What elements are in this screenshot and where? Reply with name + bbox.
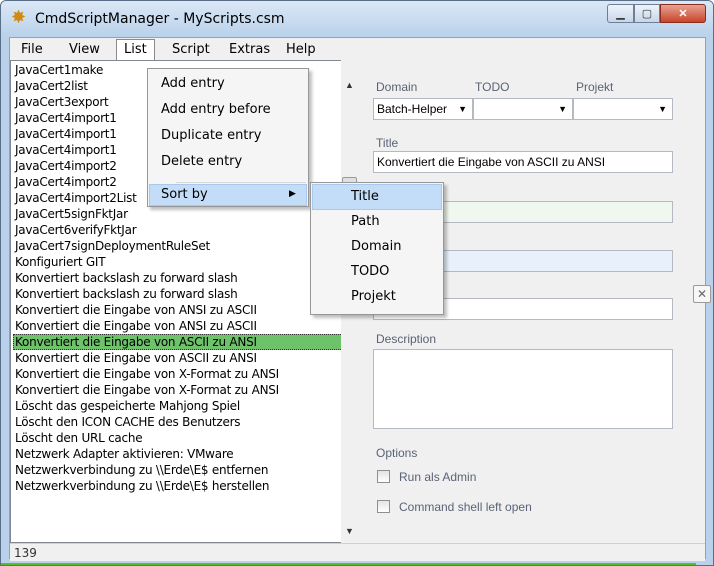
list-item[interactable]: Löscht den URL cache (13, 430, 342, 446)
domain-label: Domain (376, 80, 418, 94)
list-item[interactable]: Netzwerkverbindung zu \\Erde\E$ entferne… (13, 462, 342, 478)
list-item[interactable]: JavaCert6verifyFktJar (13, 222, 342, 238)
list-item[interactable]: Löscht das gespeicherte Mahjong Spiel (13, 398, 342, 414)
run-as-admin-checkbox[interactable] (377, 470, 390, 483)
list-item[interactable]: Netzwerk Adapter aktivieren: VMware (13, 446, 342, 462)
menu-list[interactable]: List (116, 39, 155, 61)
menu-file[interactable]: File (14, 40, 50, 59)
list-menu-dropdown: Add entry Add entry before Duplicate ent… (147, 68, 309, 207)
title-bar[interactable]: ✸ CmdScriptManager - MyScripts.csm ▁ ▢ ✕ (1, 1, 713, 37)
menu-extras[interactable]: Extras (222, 40, 277, 59)
sort-by-submenu: Title Path Domain TODO Projekt (310, 182, 444, 315)
list-item[interactable]: Konvertiert die Eingabe von X-Format zu … (13, 366, 342, 382)
list-item[interactable]: Löscht den ICON CACHE des Benutzers (13, 414, 342, 430)
minimize-button[interactable]: ▁ (607, 4, 634, 23)
menu-sort-by[interactable]: Sort by (161, 184, 208, 206)
shell-left-open-checkbox[interactable] (377, 500, 390, 513)
sort-todo[interactable]: TODO (351, 261, 389, 283)
scroll-down-icon[interactable]: ▼ (345, 526, 354, 536)
menu-separator (176, 182, 306, 183)
menu-script[interactable]: Script (165, 40, 217, 59)
menu-add-entry[interactable]: Add entry (161, 73, 225, 95)
todo-label: TODO (475, 80, 510, 94)
todo-select[interactable]: ▼ (473, 98, 573, 120)
list-item[interactable]: Netzwerkverbindung zu \\Erde\E$ herstell… (13, 478, 342, 494)
list-item[interactable]: JavaCert7signDeploymentRuleSet (13, 238, 342, 254)
list-item[interactable]: Konfiguriert GIT (13, 254, 342, 270)
maximize-button[interactable]: ▢ (634, 4, 660, 23)
browse-button[interactable]: ✕ (693, 285, 711, 303)
list-item[interactable]: Konvertiert backslash zu forward slash (13, 270, 342, 286)
projekt-select[interactable]: ▼ (573, 98, 673, 120)
list-item[interactable]: Konvertiert die Eingabe von ANSI zu ASCI… (13, 318, 342, 334)
run-as-admin-label: Run als Admin (399, 470, 477, 484)
description-label: Description (376, 332, 437, 346)
menu-help[interactable]: Help (279, 40, 323, 59)
submenu-arrow-icon: ▶ (289, 189, 296, 199)
chevron-down-icon: ▼ (558, 104, 567, 114)
sort-path[interactable]: Path (351, 211, 380, 233)
menu-duplicate-entry[interactable]: Duplicate entry (161, 125, 261, 147)
menu-bar: File View List Script Extras Help (10, 38, 705, 61)
title-label: Title (376, 136, 399, 150)
list-item[interactable]: Konvertiert die Eingabe von ASCII zu ANS… (13, 334, 342, 350)
app-window: ✸ CmdScriptManager - MyScripts.csm ▁ ▢ ✕… (0, 0, 714, 566)
scroll-up-icon[interactable]: ▲ (345, 80, 354, 90)
shell-left-open-label: Command shell left open (399, 500, 532, 514)
domain-value: Batch-Helper (377, 102, 448, 116)
gear-icon: ✸ (11, 7, 27, 28)
domain-select[interactable]: Batch-Helper ▼ (373, 98, 473, 120)
list-item[interactable]: Konvertiert die Eingabe von ASCII zu ANS… (13, 350, 342, 366)
projekt-label: Projekt (576, 80, 614, 94)
menu-delete-entry[interactable]: Delete entry (161, 151, 242, 173)
title-field[interactable]: Konvertiert die Eingabe von ASCII zu ANS… (373, 151, 673, 173)
close-button[interactable]: ✕ (660, 4, 706, 23)
menu-view[interactable]: View (62, 40, 107, 59)
list-item[interactable]: Konvertiert die Eingabe von ANSI zu ASCI… (13, 302, 342, 318)
chevron-down-icon: ▼ (458, 104, 467, 114)
status-bar: 139 (10, 543, 705, 561)
menu-add-entry-before[interactable]: Add entry before (161, 99, 271, 121)
sort-projekt[interactable]: Projekt (351, 286, 396, 308)
description-field[interactable] (373, 349, 673, 429)
status-accent-line (1, 563, 696, 565)
sort-title[interactable]: Title (351, 186, 379, 208)
chevron-down-icon: ▼ (658, 104, 667, 114)
window-title: CmdScriptManager - MyScripts.csm (35, 11, 285, 27)
entry-count: 139 (14, 546, 37, 560)
list-item[interactable]: Konvertiert backslash zu forward slash (13, 286, 342, 302)
list-item[interactable]: Konvertiert die Eingabe von X-Format zu … (13, 382, 342, 398)
options-label: Options (376, 446, 418, 460)
list-item[interactable]: JavaCert5signFktJar (13, 206, 342, 222)
sort-domain[interactable]: Domain (351, 236, 401, 258)
